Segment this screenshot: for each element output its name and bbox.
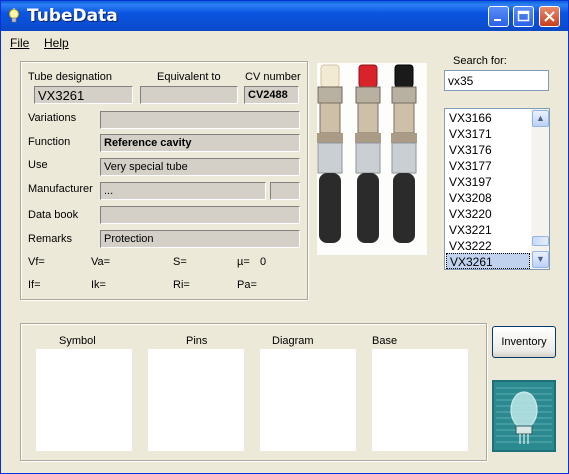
function-field: Reference cavity <box>100 134 300 152</box>
manufacturer-field: ... <box>100 182 266 200</box>
list-item[interactable]: VX3221 <box>448 222 529 238</box>
cv-field: CV2488 <box>244 86 299 104</box>
va-label: Va= <box>91 256 111 268</box>
equivalent-field <box>140 86 238 104</box>
cv-header: CV number <box>245 71 301 83</box>
window-title: TubeData <box>27 6 118 26</box>
list-item[interactable]: VX3177 <box>448 158 529 174</box>
menu-help-label: Help <box>44 36 69 50</box>
scroll-down-button[interactable]: ▼ <box>532 251 549 268</box>
base-panel <box>372 349 468 451</box>
search-label: Search for: <box>453 55 507 67</box>
manufacturer-extra-field <box>270 182 300 200</box>
diagram-label: Diagram <box>272 335 314 347</box>
tube-list[interactable]: VX3166 VX3171 VX3176 VX3177 VX3197 VX320… <box>444 108 550 270</box>
minimize-icon <box>494 19 501 21</box>
designation-header: Tube designation <box>28 71 112 83</box>
symbol-panel <box>36 349 132 451</box>
manufacturer-label: Manufacturer <box>28 183 93 195</box>
databook-field <box>100 206 300 224</box>
variations-field <box>100 111 300 129</box>
minimize-button[interactable] <box>488 6 509 27</box>
remarks-field: Protection <box>100 230 300 248</box>
list-item[interactable]: VX3222 <box>448 238 529 254</box>
s-label: S= <box>173 256 187 268</box>
list-item[interactable]: VX3197 <box>448 174 529 190</box>
pins-label: Pins <box>186 335 208 347</box>
menu-file[interactable]: File <box>10 36 29 50</box>
pins-panel <box>148 349 244 451</box>
mu-value: 0 <box>260 256 267 268</box>
list-item[interactable]: VX3166 <box>448 110 529 126</box>
equivalent-header: Equivalent to <box>157 71 221 83</box>
title-bar[interactable]: TubeData <box>1 1 568 31</box>
symbol-label: Symbol <box>59 335 96 347</box>
close-icon <box>544 11 555 22</box>
menu-bar: File Help <box>1 32 568 52</box>
mu-label: µ= <box>237 256 250 268</box>
maximize-icon <box>517 10 530 22</box>
maximize-button[interactable] <box>513 6 534 27</box>
function-label: Function <box>28 136 71 148</box>
list-item-selected[interactable]: VX3261 <box>446 253 530 269</box>
inventory-button[interactable]: Inventory <box>492 326 556 358</box>
use-field: Very special tube <box>100 158 300 176</box>
close-button[interactable] <box>539 6 560 27</box>
menu-file-label: File <box>10 36 30 50</box>
tube-photo <box>317 63 427 255</box>
tube-logo <box>492 380 556 452</box>
list-scrollbar[interactable]: ▲ ▼ <box>531 109 549 269</box>
vf-label: Vf= <box>28 256 45 268</box>
app-window: TubeData File Help Tube designation Equi… <box>0 0 569 474</box>
list-item[interactable]: VX3220 <box>448 206 529 222</box>
pa-label: Pa= <box>237 279 257 291</box>
list-item[interactable]: VX3176 <box>448 142 529 158</box>
base-label: Base <box>372 335 398 347</box>
ik-label: Ik= <box>91 279 106 291</box>
lightbulb-icon <box>9 8 19 23</box>
chevron-down-icon: ▼ <box>536 254 545 264</box>
menu-help[interactable]: Help <box>44 36 69 50</box>
scroll-up-button[interactable]: ▲ <box>532 110 549 127</box>
ri-label: Ri= <box>173 279 190 291</box>
diagram-panel <box>260 349 356 451</box>
scroll-thumb[interactable] <box>532 236 549 246</box>
use-label: Use <box>28 159 48 171</box>
if-label: If= <box>28 279 41 291</box>
designation-field: VX3261 <box>34 86 133 104</box>
search-input[interactable] <box>444 70 549 91</box>
list-item[interactable]: VX3208 <box>448 190 529 206</box>
list-item[interactable]: VX3171 <box>448 126 529 142</box>
remarks-label: Remarks <box>28 233 73 245</box>
databook-label: Data book <box>28 209 79 221</box>
variations-label: Variations <box>28 112 77 124</box>
chevron-up-icon: ▲ <box>536 113 545 123</box>
